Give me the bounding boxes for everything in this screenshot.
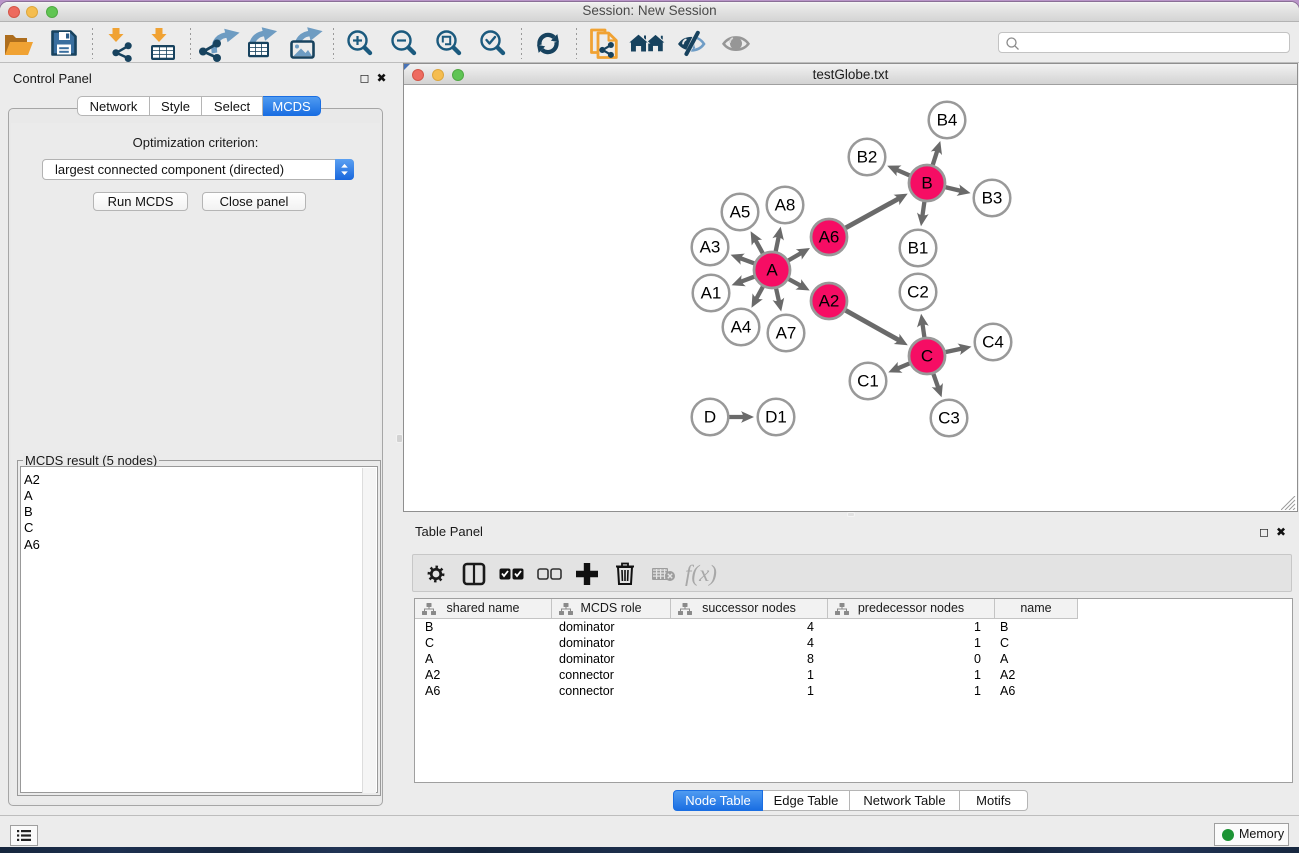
svg-text:B2: B2 <box>857 148 878 167</box>
svg-text:f(x): f(x) <box>685 561 717 586</box>
svg-text:B1: B1 <box>908 239 929 258</box>
svg-text:B4: B4 <box>937 111 958 130</box>
svg-text:D: D <box>704 408 716 427</box>
svg-text:A1: A1 <box>701 284 722 303</box>
svg-text:D1: D1 <box>765 408 787 427</box>
svg-text:A4: A4 <box>731 318 752 337</box>
svg-text:A2: A2 <box>819 292 840 311</box>
svg-text:C: C <box>921 347 933 366</box>
svg-text:B: B <box>921 174 932 193</box>
svg-text:B3: B3 <box>982 189 1003 208</box>
svg-text:A5: A5 <box>730 203 751 222</box>
svg-text:C2: C2 <box>907 283 929 302</box>
svg-text:C1: C1 <box>857 372 879 391</box>
svg-text:A: A <box>766 261 778 280</box>
svg-text:A8: A8 <box>775 196 796 215</box>
svg-text:C3: C3 <box>938 409 960 428</box>
svg-text:C4: C4 <box>982 333 1004 352</box>
svg-text:A3: A3 <box>700 238 721 257</box>
svg-text:A6: A6 <box>819 228 840 247</box>
svg-text:A7: A7 <box>776 324 797 343</box>
